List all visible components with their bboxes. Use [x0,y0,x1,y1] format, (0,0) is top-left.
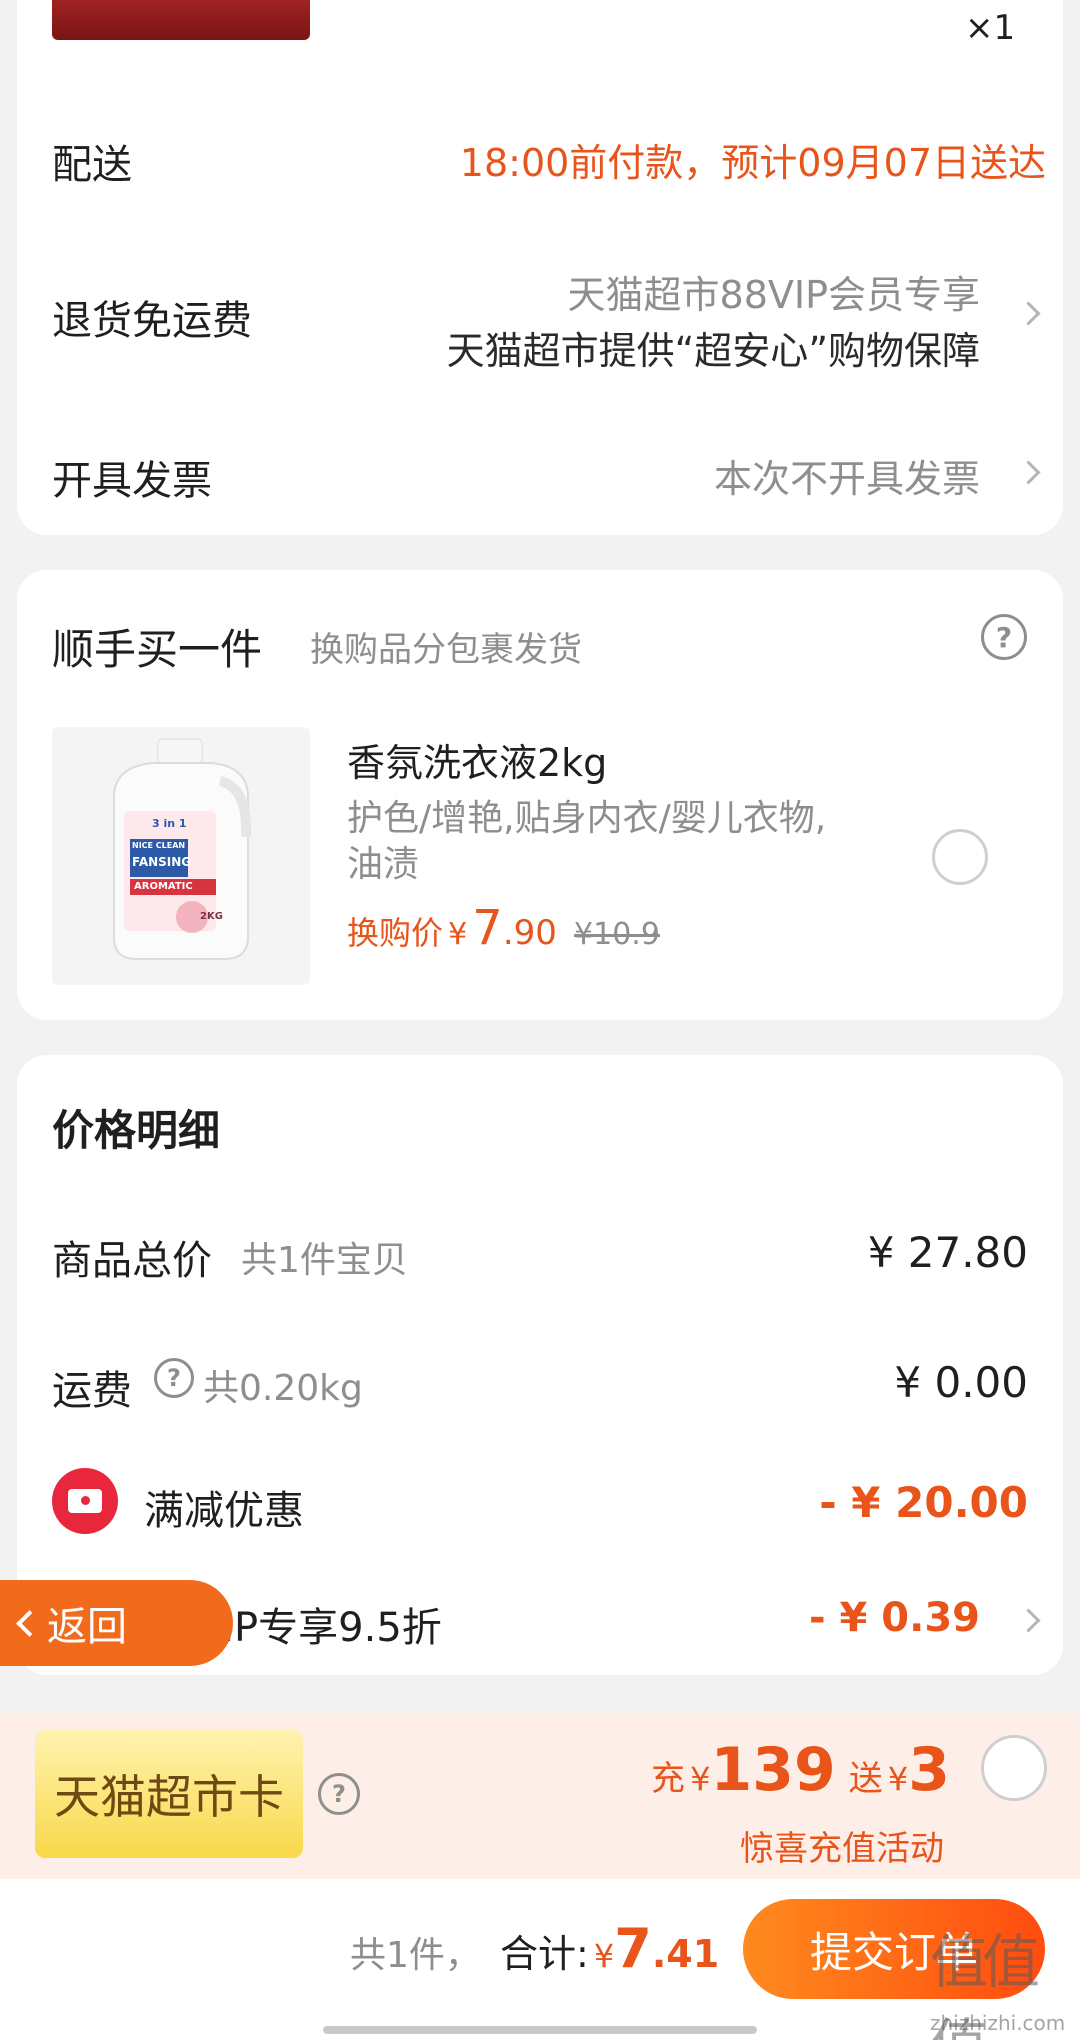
invoice-value: 本次不开具发票 [713,457,980,501]
recharge-offer: 充 ¥139 送 ¥3 [651,1735,950,1805]
order-info-card: ×1 配送 18:00前付款，预计09月07日送达 退货免运费 天猫超市88VI… [17,0,1063,535]
price-prefix: 换购价 [347,914,444,952]
watermark-site: zhizhizhi.com [930,2011,1066,2035]
shipping-fee-label: 运费 [52,1368,132,1414]
tmall-card-select-radio[interactable] [981,1735,1047,1801]
chevron-left-icon [16,1609,43,1637]
price-integer: 7 [472,900,503,956]
chevron-right-icon [1016,460,1041,485]
bottle-weight: 2KG [200,911,223,922]
tmall-card-banner: 天猫超市卡 ? 充 ¥139 送 ¥3 惊喜充值活动 [0,1713,1080,1879]
shipping-fee-value: ¥ 0.00 [894,1358,1028,1407]
recharge-prefix: 充 [651,1759,685,1799]
currency-symbol: ¥ [690,1760,711,1798]
help-icon[interactable]: ? [154,1358,194,1398]
help-icon[interactable]: ? [981,614,1027,660]
addon-card: 顺手买一件 换购品分包裹发货 ? 3 in 1 NICE CLEAN FANSI… [17,570,1063,1020]
original-price: ¥10.9 [574,917,660,952]
return-shipping-label: 退货免运费 [52,298,252,344]
price-decimal: .90 [502,913,557,953]
chevron-right-icon [1016,301,1041,326]
goods-total-value: ¥ 27.80 [867,1228,1028,1277]
return-shipping-line2: 天猫超市提供“超安心”购物保障 [446,329,980,373]
recharge-activity: 惊喜充值活动 [740,1829,944,1869]
invoice-label: 开具发票 [52,458,212,504]
product-name[interactable]: 香氛洗衣液2kg [347,732,607,787]
watermark-glyph: 值 [982,1928,1040,1996]
goods-total-label: 商品总价 [52,1238,212,1284]
gift-prefix: 送 [848,1759,883,1799]
gift-amount: 3 [908,1735,950,1805]
vip-discount-value: - ¥ 0.39 [809,1595,980,1641]
bottle-tag: AROMATIC [134,881,193,892]
total-decimal: .41 [651,1932,720,1976]
recharge-amount: 139 [710,1735,836,1805]
price-detail-title: 价格明细 [52,1106,221,1155]
item-count: 共1件， [350,1935,481,1976]
bottom-bar: 共1件， 合计: ¥7.41 提交订单 值值值 zhizhizhi.com [0,1879,1080,2040]
discount-label: 满减优惠 [144,1488,304,1534]
tmall-card-badge[interactable]: 天猫超市卡 [35,1730,303,1858]
currency-symbol: ¥ [593,1937,615,1975]
product-desc-line2: 油渍 [347,844,420,885]
back-button[interactable]: 返回 [0,1580,233,1666]
chevron-right-icon [1016,1608,1041,1633]
total-summary: 共1件， 合计: ¥7.41 [350,1917,719,1980]
discount-coupon-icon [52,1468,118,1534]
product-image[interactable]: 3 in 1 NICE CLEAN FANSING AROMATIC 2KG [52,727,310,985]
tmall-card-label: 天猫超市卡 [54,1770,284,1824]
bottle-brand-top: NICE CLEAN [132,841,186,850]
bottle-badge: 3 in 1 [152,817,187,830]
addon-select-radio[interactable] [932,829,988,885]
product-thumbnail-cropped [52,0,310,46]
delivery-label: 配送 [52,142,132,188]
product-desc-line1: 护色/增艳,贴身内衣/婴儿衣物, [347,798,827,839]
addon-subtitle: 换购品分包裹发货 [310,630,582,670]
total-label: 合计: [500,1932,589,1976]
discount-value: - ¥ 20.00 [819,1478,1028,1527]
currency-symbol: ¥ [448,917,468,952]
return-shipping-line1: 天猫超市88VIP会员专享 [567,273,980,317]
back-label: 返回 [47,1604,127,1650]
addon-title: 顺手买一件 [52,625,263,674]
delivery-estimate: 18:00前付款，预计09月07日送达 [459,141,1046,185]
total-integer: 7 [614,1917,652,1980]
currency-symbol: ¥ [887,1760,909,1798]
home-indicator [323,2026,757,2034]
shipping-weight: 共0.20kg [203,1368,363,1409]
goods-total-count: 共1件宝贝 [241,1240,408,1281]
watermark-glyph: 值 [930,1928,988,1996]
quantity-mark: ×1 [965,8,1016,48]
help-icon[interactable]: ? [318,1773,360,1815]
bottle-brand: FANSING [132,855,192,869]
addon-price: 换购价 ¥ 7.90 ¥10.9 [347,900,660,956]
